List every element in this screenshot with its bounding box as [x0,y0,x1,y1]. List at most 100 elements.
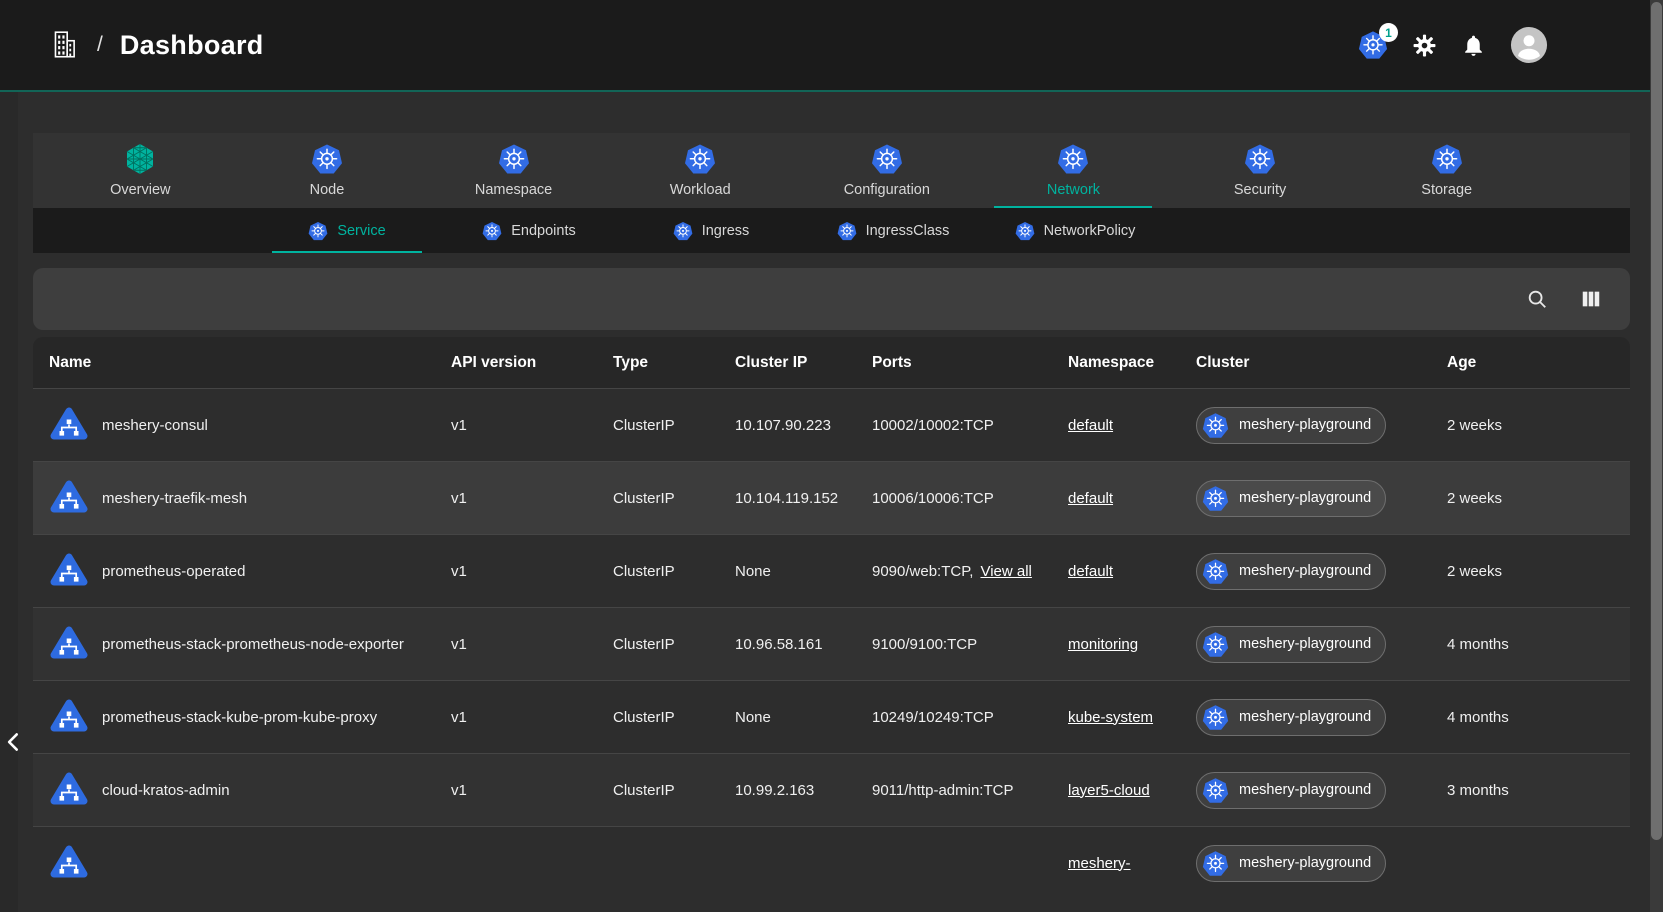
service-icon [49,405,89,445]
cluster-name: meshery-playground [1239,709,1371,725]
tab-workload[interactable]: Workload [607,133,794,208]
column-header-name[interactable]: Name [49,354,451,372]
subtab-service[interactable]: Service [256,208,438,253]
subtab-ingress[interactable]: Ingress [620,208,802,253]
view-columns-button[interactable] [1580,288,1602,310]
tab-label: Security [1234,182,1286,198]
expand-drawer-button[interactable] [1,727,27,757]
cluster-ip: 10.99.2.163 [735,782,872,799]
tab-label: Overview [110,182,170,198]
service-name: prometheus-operated [102,563,245,580]
namespace-link[interactable]: default [1068,417,1113,434]
subtab-ingressclass[interactable]: IngressClass [802,208,984,253]
service-icon [49,624,89,664]
cluster-ip: 10.107.90.223 [735,417,872,434]
tab-configuration[interactable]: Configuration [794,133,981,208]
kubernetes-icon [1244,143,1276,175]
kubernetes-icon [1431,143,1463,175]
namespace-link[interactable]: monitoring [1068,636,1138,653]
kubernetes-icon [1202,485,1229,512]
tab-storage[interactable]: Storage [1353,133,1540,208]
tab-node[interactable]: Node [234,133,421,208]
cluster-chip[interactable]: meshery-playground [1196,845,1386,882]
column-header-clusterip[interactable]: Cluster IP [735,354,872,372]
notifications-button[interactable] [1461,33,1486,58]
tab-label: Network [1047,182,1100,198]
organization-building-icon[interactable] [48,29,80,61]
scrollbar[interactable] [1650,0,1663,912]
cluster-chip[interactable]: meshery-playground [1196,553,1386,590]
namespace-link[interactable]: default [1068,563,1113,580]
cluster-chip[interactable]: meshery-playground [1196,407,1386,444]
table-row[interactable]: prometheus-operated v1 ClusterIP None 90… [33,534,1630,607]
scrollbar-thumb[interactable] [1651,2,1662,840]
kubernetes-icon [673,221,693,241]
kubernetes-connections-button[interactable]: 1 [1358,30,1388,60]
connection-count-badge: 1 [1379,23,1398,42]
column-header-type[interactable]: Type [613,354,735,372]
app-header: / Dashboard 1 [0,0,1663,90]
tab-security[interactable]: Security [1167,133,1354,208]
cluster-name: meshery-playground [1239,490,1371,506]
api-version: v1 [451,782,613,799]
cluster-chip[interactable]: meshery-playground [1196,626,1386,663]
column-header-ports[interactable]: Ports [872,354,1068,372]
column-header-cluster[interactable]: Cluster [1196,354,1447,372]
subtab-label: IngressClass [866,223,950,239]
table-row[interactable]: meshery-consul v1 ClusterIP 10.107.90.22… [33,388,1630,461]
cluster-chip[interactable]: meshery-playground [1196,699,1386,736]
service-icon [49,770,89,810]
kubernetes-icon [1202,631,1229,658]
table-header-row: Name API version Type Cluster IP Ports N… [33,337,1630,388]
view-all-link[interactable]: View all [980,563,1031,580]
api-version: v1 [451,417,613,434]
subtab-label: Service [337,223,385,239]
subtab-label: Ingress [702,223,750,239]
subtab-endpoints[interactable]: Endpoints [438,208,620,253]
table-row[interactable]: prometheus-stack-kube-prom-kube-proxy v1… [33,680,1630,753]
table-row[interactable]: meshery- meshery-playground [33,826,1630,899]
age: 2 weeks [1447,417,1630,434]
column-header-namespace[interactable]: Namespace [1068,354,1196,372]
service-icon [49,843,89,883]
api-version: v1 [451,709,613,726]
settings-button[interactable] [1412,33,1437,58]
namespace-link[interactable]: default [1068,490,1113,507]
bell-icon [1461,33,1486,58]
services-table: Name API version Type Cluster IP Ports N… [33,337,1630,899]
age: 4 months [1447,709,1630,726]
service-icon [49,551,89,591]
cluster-name: meshery-playground [1239,855,1371,871]
table-row[interactable]: meshery-traefik-mesh v1 ClusterIP 10.104… [33,461,1630,534]
cluster-chip[interactable]: meshery-playground [1196,772,1386,809]
main-content: Overview Node Namespace Workload Configu… [33,133,1630,899]
table-row[interactable]: cloud-kratos-admin v1 ClusterIP 10.99.2.… [33,753,1630,826]
table-row[interactable]: prometheus-stack-prometheus-node-exporte… [33,607,1630,680]
namespace-link[interactable]: meshery- [1068,855,1131,872]
tab-namespace[interactable]: Namespace [420,133,607,208]
service-name: meshery-consul [102,417,208,434]
tab-network[interactable]: Network [980,133,1167,208]
user-avatar[interactable] [1510,26,1548,64]
service-name: meshery-traefik-mesh [102,490,247,507]
tab-overview[interactable]: Overview [47,133,234,208]
tab-label: Namespace [475,182,552,198]
service-icon [49,478,89,518]
tab-label: Configuration [844,182,930,198]
subtab-networkpolicy[interactable]: NetworkPolicy [984,208,1166,253]
kubernetes-icon [1202,850,1229,877]
service-type: ClusterIP [613,417,735,434]
namespace-link[interactable]: kube-system [1068,709,1153,726]
ports: 10249/10249:TCP [872,709,994,726]
cluster-chip[interactable]: meshery-playground [1196,480,1386,517]
column-header-age[interactable]: Age [1447,354,1630,372]
avatar-icon [1510,26,1548,64]
search-button[interactable] [1526,288,1548,310]
cluster-name: meshery-playground [1239,782,1371,798]
column-header-apiversion[interactable]: API version [451,354,613,372]
header-divider [0,90,1663,92]
service-type: ClusterIP [613,709,735,726]
age: 2 weeks [1447,490,1630,507]
service-type: ClusterIP [613,636,735,653]
namespace-link[interactable]: layer5-cloud [1068,782,1150,799]
